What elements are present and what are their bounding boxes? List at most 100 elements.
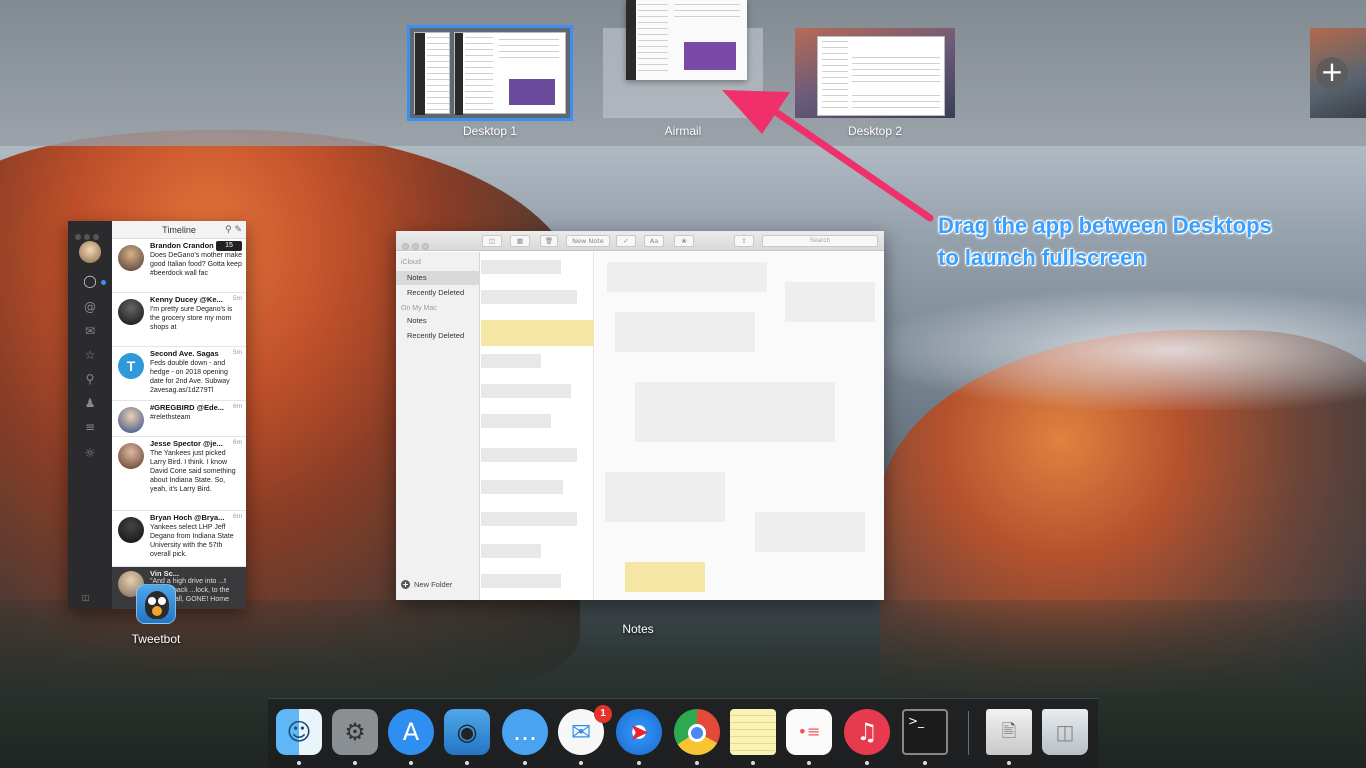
dock: ☺ ⚙ A ◉ … ✉ 1 ➤ •≡ ♫ >_ 🖹 ◫ — [268, 698, 1098, 768]
wallpaper-mist — [880, 290, 1366, 410]
checklist-icon[interactable]: ✓ — [616, 235, 636, 247]
add-space-button[interactable]: + — [1316, 57, 1348, 89]
tweetbot-window[interactable]: ◯ @ ✉ ☆ ⚲ ♟ ≡ ☼ ◫ Timeline ⚲ ✎ 15 Brando… — [68, 221, 246, 609]
running-indicator — [923, 761, 927, 765]
terminal-icon[interactable]: >_ — [902, 709, 948, 755]
sidebar-toggle-icon[interactable]: ◫ — [482, 235, 502, 247]
new-folder-button[interactable]: + New Folder — [401, 580, 452, 589]
tweet-text: The Yankees just picked Larry Bird. I th… — [150, 450, 236, 493]
running-indicator — [523, 761, 527, 765]
running-indicator — [409, 761, 413, 765]
space-desktop-2-thumbnail[interactable] — [795, 28, 955, 118]
list-icon[interactable]: ≡ — [82, 419, 98, 435]
tweetbot-icon[interactable]: ◉ — [444, 709, 490, 755]
mail-icon[interactable]: ✉ — [82, 323, 98, 339]
tweet-row[interactable]: T Second Ave. Sagas 5m Feds double down … — [112, 347, 246, 401]
sidebar-header-icloud: iCloud — [401, 259, 421, 266]
compose-icon[interactable]: ⚲ ✎ — [225, 221, 242, 239]
tweet-author: Kenny Ducey @Ke... — [150, 295, 223, 304]
split-view-icon[interactable]: ◫ — [82, 593, 98, 603]
tweetbot-bird-icon — [145, 591, 169, 619]
message-icon[interactable]: ☼ — [82, 445, 98, 461]
tweetbot-app-icon[interactable] — [136, 584, 176, 624]
running-indicator — [579, 761, 583, 765]
tweet-author: Bryan Hoch @Brya... — [150, 513, 225, 522]
tweet-author: Second Ave. Sagas — [150, 349, 219, 358]
running-indicator — [353, 761, 357, 765]
sidebar-item-mac-notes[interactable]: Notes — [396, 314, 480, 328]
tweetbot-app-label[interactable]: Tweetbot — [116, 632, 196, 646]
airmail-unread-badge: 1 — [594, 705, 612, 723]
tweet-row[interactable]: #GREGBIRD @Ede... 6m #relethsteam — [112, 401, 246, 437]
sidebar-item-mac-recently-deleted[interactable]: Recently Deleted — [396, 329, 480, 343]
delete-note-icon[interactable]: 🗑 — [540, 235, 558, 247]
running-indicator — [807, 761, 811, 765]
tweet-time: 6m — [232, 513, 242, 520]
notes-window[interactable]: ◫ ▦ 🗑 New Note ✓ Aa ❀ ⇧ Search iCloud No… — [396, 231, 884, 600]
mini-mail-window — [817, 36, 945, 116]
tweet-time: 5m — [232, 295, 242, 302]
messages-icon[interactable]: … — [502, 709, 548, 755]
tweet-time: 6m — [232, 403, 242, 410]
avatar[interactable] — [118, 443, 144, 469]
gear-icon[interactable]: ⚙ — [332, 709, 378, 755]
tweet-row[interactable]: Brandon Crandon Does DeGano's mother mak… — [112, 239, 246, 293]
tweet-row[interactable]: Bryan Hoch @Brya... 6m Yankees select LH… — [112, 511, 246, 567]
avatar[interactable] — [118, 299, 144, 325]
tweet-row[interactable]: Kenny Ducey @Ke... 5m I'm pretty sure De… — [112, 293, 246, 347]
sidebar-item-icloud-recently-deleted[interactable]: Recently Deleted — [396, 286, 480, 300]
space-label-desktop-1[interactable]: Desktop 1 — [410, 124, 570, 138]
tweet-row[interactable]: Jesse Spector @je... 6m The Yankees just… — [112, 437, 246, 511]
notes-app-label[interactable]: Notes — [598, 622, 678, 636]
star-icon[interactable]: ☆ — [82, 347, 98, 363]
gallery-view-icon[interactable]: ▦ — [510, 235, 530, 247]
notes-sidebar: iCloud Notes Recently Deleted On My Mac … — [396, 252, 480, 600]
notes-search-input[interactable]: Search — [762, 235, 878, 247]
notes-list-blurred[interactable] — [481, 252, 594, 600]
tweet-author: Brandon Crandon — [150, 241, 214, 250]
annotation-line-1: Drag the app between Desktops — [938, 213, 1272, 238]
tweet-text: Feds double down - and hedge - on 2018 o… — [150, 360, 230, 394]
account-avatar[interactable] — [79, 241, 101, 263]
preview-icon[interactable]: 🖹 — [986, 709, 1032, 755]
tweetbot-sidebar: ◯ @ ✉ ☆ ⚲ ♟ ≡ ☼ ◫ — [68, 221, 112, 609]
new-note-button[interactable]: New Note — [566, 235, 610, 247]
space-desktop-1-thumbnail[interactable] — [407, 25, 573, 121]
avatar[interactable]: T — [118, 353, 144, 379]
mention-icon[interactable]: @ — [82, 299, 98, 315]
space-airmail-window-thumbnail[interactable] — [626, 0, 747, 80]
annotation-line-2: to launch fullscreen — [938, 245, 1146, 270]
attachment-icon[interactable]: ❀ — [674, 235, 694, 247]
mini-tweetbot-window — [414, 32, 450, 115]
reminders-icon[interactable]: •≡ — [786, 709, 832, 755]
space-label-airmail[interactable]: Airmail — [603, 124, 763, 138]
chat-icon[interactable]: ◯ — [82, 273, 98, 289]
running-indicator — [297, 761, 301, 765]
safari-icon[interactable]: ➤ — [616, 709, 662, 755]
avatar[interactable] — [118, 517, 144, 543]
avatar[interactable] — [118, 245, 144, 271]
sidebar-item-icloud-notes[interactable]: Notes — [396, 271, 480, 285]
appstore-icon[interactable]: A — [388, 709, 434, 755]
trash-icon[interactable]: ◫ — [1042, 709, 1088, 755]
chrome-icon[interactable] — [674, 709, 720, 755]
tweet-author: Jesse Spector @je... — [150, 439, 223, 448]
tweet-time: 6m — [232, 439, 242, 446]
notes-icon[interactable] — [730, 709, 776, 755]
tweet-author: #GREGBIRD @Ede... — [150, 403, 224, 412]
itunes-icon[interactable]: ♫ — [844, 709, 890, 755]
tweet-time: 5m — [232, 349, 242, 356]
format-text-icon[interactable]: Aa — [644, 235, 664, 247]
search-icon[interactable]: ⚲ — [82, 371, 98, 387]
timeline-header: Timeline ⚲ ✎ — [112, 221, 246, 239]
running-indicator — [751, 761, 755, 765]
finder-icon[interactable]: ☺ — [276, 709, 322, 755]
running-indicator — [695, 761, 699, 765]
tweet-row-selected[interactable]: Vin Sc... "And a high drive into ...t ce… — [112, 567, 246, 609]
note-content-blurred[interactable] — [595, 252, 884, 600]
avatar[interactable] — [118, 407, 144, 433]
tweet-text: I'm pretty sure Degano's is the grocery … — [150, 306, 233, 331]
profile-icon[interactable]: ♟ — [82, 395, 98, 411]
share-icon[interactable]: ⇧ — [734, 235, 754, 247]
space-label-desktop-2[interactable]: Desktop 2 — [795, 124, 955, 138]
